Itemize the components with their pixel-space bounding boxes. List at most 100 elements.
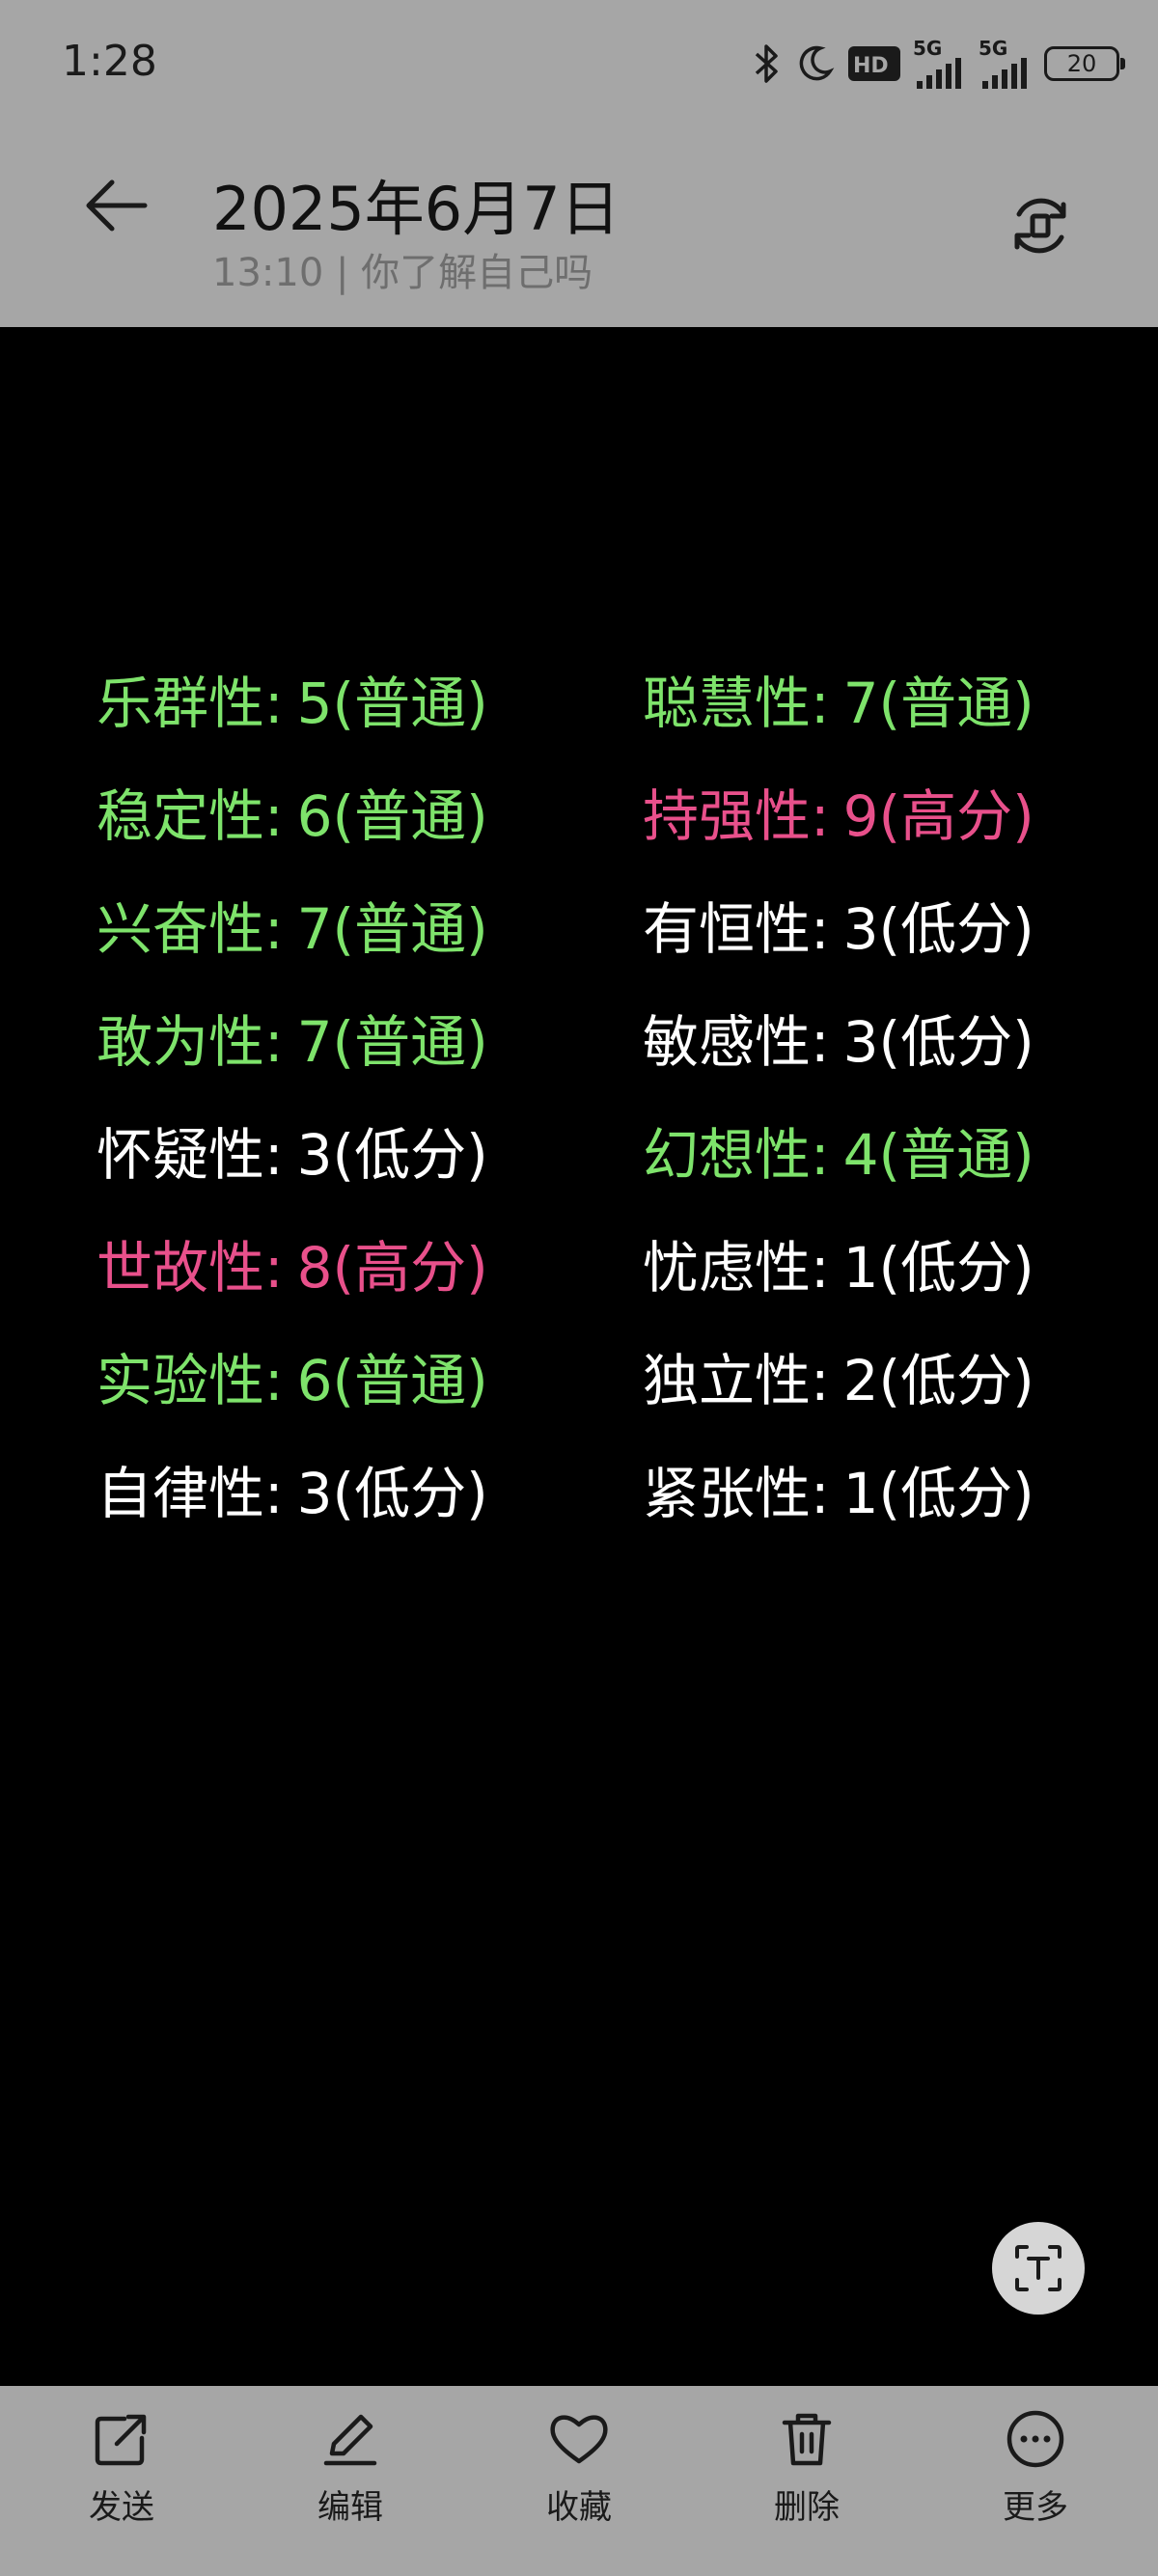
trait-value: 8(高分) [296,1235,488,1301]
trait-label: 敢为性 [96,1009,265,1075]
signal-5g-icon: 5G [979,39,1033,89]
back-arrow-icon [86,179,148,232]
back-button[interactable] [77,167,154,244]
trait-separator: : [264,1461,284,1526]
trait-item: 稳定性: 6(普通) [96,779,643,854]
trait-grid: 乐群性: 5(普通) 聪慧性: 7(普通) 稳定性: 6(普通) 持强性: 9(高分) 兴奋性:… [96,666,1081,1531]
delete-button[interactable]: 删除 [730,2407,884,2552]
signal-label: 5G [913,37,943,60]
trait-value: 1(低分) [842,1235,1034,1301]
trait-value: 2(低分) [842,1348,1034,1413]
svg-text:HD: HD [853,54,889,78]
more-button[interactable]: 更多 [958,2407,1113,2552]
trait-item: 忧虑性: 1(低分) [643,1230,1081,1305]
trait-item: 世故性: 8(高分) [96,1230,643,1305]
trait-value: 3(低分) [296,1461,488,1526]
status-icons: HD 5G 5G 20 [751,35,1125,93]
battery-level: 20 [1066,50,1097,77]
status-time: 1:28 [62,37,157,86]
hd-icon: HD [847,44,901,83]
trait-item: 敢为性: 7(普通) [96,1004,643,1080]
text-scan-icon [1015,2245,1062,2291]
trait-item: 实验性: 6(普通) [96,1343,643,1418]
trait-value: 9(高分) [842,783,1034,849]
trait-item: 怀疑性: 3(低分) [96,1117,643,1192]
trait-item: 独立性: 2(低分) [643,1343,1081,1418]
trait-value: 7(普通) [296,896,488,962]
trait-separator: : [811,1122,830,1188]
trait-label: 怀疑性 [96,1122,265,1188]
trait-value: 5(普通) [296,671,488,736]
signal-5g-icon: 5G [913,39,967,89]
edit-button[interactable]: 编辑 [273,2407,427,2552]
trait-label: 幻想性 [643,1122,812,1188]
trait-label: 有恒性 [643,896,812,962]
trait-label: 兴奋性 [96,896,265,962]
trait-item: 紧张性: 1(低分) [643,1456,1081,1531]
send-label: 发送 [89,2488,154,2527]
trait-label: 稳定性 [96,783,265,849]
status-bar: 1:28 HD 5G 5G 20 [0,0,1158,133]
battery-icon: 20 [1044,46,1125,81]
trait-separator: : [264,1235,284,1301]
trait-label: 独立性 [643,1348,812,1413]
send-button[interactable]: 发送 [44,2407,199,2552]
trait-label: 敏感性 [643,1009,812,1075]
trait-value: 6(普通) [296,783,488,849]
trait-value: 3(低分) [296,1122,488,1188]
text-scan-button[interactable] [992,2222,1085,2315]
trait-value: 3(低分) [842,896,1034,962]
favorite-button[interactable]: 收藏 [502,2407,656,2552]
header: 2025年6月7日 13:10 | 你了解自己吗 [0,133,1158,327]
share-icon [95,2414,147,2466]
trait-item: 兴奋性: 7(普通) [96,891,643,967]
trait-separator: : [811,1461,830,1526]
rotate-icon [1014,198,1066,254]
trait-value: 6(普通) [296,1348,488,1413]
trait-label: 持强性 [643,783,812,849]
trait-value: 7(普通) [296,1009,488,1075]
rotate-button[interactable] [1004,189,1077,262]
trait-separator: : [264,1009,284,1075]
trait-item: 乐群性: 5(普通) [96,666,643,741]
trait-label: 实验性 [96,1348,265,1413]
delete-label: 删除 [774,2488,840,2527]
signal-label: 5G [979,37,1008,60]
edit-label: 编辑 [317,2488,383,2527]
bluetooth-icon [751,42,782,85]
trait-separator: : [811,671,830,736]
trait-item: 自律性: 3(低分) [96,1456,643,1531]
trait-label: 聪慧性 [643,671,812,736]
trash-icon [782,2413,832,2466]
trait-item: 聪慧性: 7(普通) [643,666,1081,741]
trait-separator: : [811,1009,830,1075]
trait-value: 1(低分) [842,1461,1034,1526]
trait-value: 3(低分) [842,1009,1034,1075]
trait-separator: : [811,896,830,962]
page-title: 2025年6月7日 [212,174,620,244]
trait-separator: : [264,1122,284,1188]
trait-separator: : [264,896,284,962]
trait-item: 敏感性: 3(低分) [643,1004,1081,1080]
trait-item: 有恒性: 3(低分) [643,891,1081,967]
trait-separator: : [264,671,284,736]
trait-item: 幻想性: 4(普通) [643,1117,1081,1192]
pencil-icon [323,2414,377,2466]
trait-label: 世故性 [96,1235,265,1301]
trait-label: 自律性 [96,1461,265,1526]
trait-separator: : [264,1348,284,1413]
favorite-label: 收藏 [546,2488,612,2527]
page-subtitle: 13:10 | 你了解自己吗 [212,251,593,295]
trait-separator: : [811,1235,830,1301]
trait-label: 乐群性 [96,671,265,736]
trait-separator: : [811,1348,830,1413]
trait-value: 7(普通) [842,671,1034,736]
trait-label: 忧虑性 [643,1235,812,1301]
trait-separator: : [811,783,830,849]
trait-value: 4(普通) [842,1122,1034,1188]
trait-item: 持强性: 9(高分) [643,779,1081,854]
more-icon [1006,2410,1064,2468]
heart-icon [550,2415,608,2464]
more-label: 更多 [1003,2488,1068,2527]
moon-icon [793,42,836,85]
